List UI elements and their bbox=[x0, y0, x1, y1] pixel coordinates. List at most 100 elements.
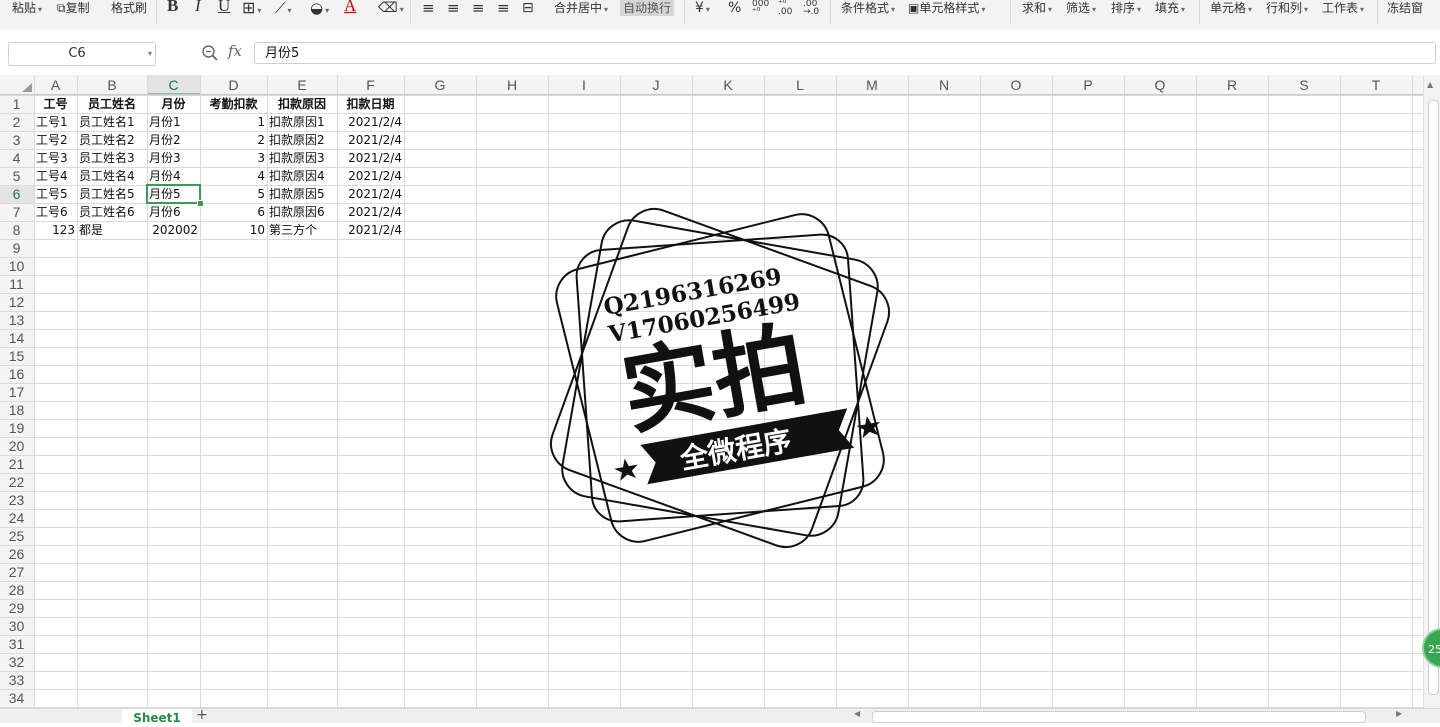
freeze-panes-button[interactable]: 冻结窗 bbox=[1387, 0, 1423, 16]
row-header-23[interactable]: 23 bbox=[0, 491, 33, 509]
row-header-8[interactable]: 8 bbox=[0, 221, 33, 239]
row-header-31[interactable]: 31 bbox=[0, 635, 33, 653]
decrease-decimal-icon[interactable]: .00 →.0 bbox=[803, 0, 819, 17]
copy-button[interactable]: ⧉复制 bbox=[57, 0, 90, 16]
vertical-scrollbar[interactable]: ▲ bbox=[1423, 75, 1440, 708]
cell-c5[interactable]: 月份4 bbox=[147, 167, 200, 185]
row-header-10[interactable]: 10 bbox=[0, 257, 33, 275]
filter-button[interactable]: 筛选 ▾ bbox=[1066, 0, 1096, 16]
column-header-n[interactable]: N bbox=[908, 75, 980, 95]
merge-center-button[interactable]: 合并居中 ▾ bbox=[554, 0, 608, 16]
cell-b2[interactable]: 员工姓名1 bbox=[77, 113, 147, 131]
scroll-right-icon[interactable]: ▶ bbox=[1396, 709, 1402, 718]
column-header-b[interactable]: B bbox=[77, 75, 147, 95]
row-header-29[interactable]: 29 bbox=[0, 599, 33, 617]
row-header-25[interactable]: 25 bbox=[0, 527, 33, 545]
row-header-2[interactable]: 2 bbox=[0, 113, 33, 131]
cell-d2[interactable]: 1 bbox=[200, 113, 267, 131]
sort-button[interactable]: 排序 ▾ bbox=[1111, 0, 1141, 16]
cell-d3[interactable]: 2 bbox=[200, 131, 267, 149]
column-header-q[interactable]: Q bbox=[1124, 75, 1196, 95]
cell-f4[interactable]: 2021/2/4 bbox=[337, 149, 404, 167]
conditional-format-button[interactable]: 条件格式 ▾ bbox=[841, 0, 895, 16]
cell-e7[interactable]: 扣款原因6 bbox=[267, 203, 337, 221]
cell-a1[interactable]: 工号 bbox=[34, 95, 77, 113]
cell-a7[interactable]: 工号6 bbox=[34, 203, 77, 221]
cell-f7[interactable]: 2021/2/4 bbox=[337, 203, 404, 221]
cell-a4[interactable]: 工号3 bbox=[34, 149, 77, 167]
row-header-28[interactable]: 28 bbox=[0, 581, 33, 599]
border-icon[interactable]: ⊞ ▾ bbox=[242, 0, 261, 16]
cell-e8[interactable]: 第三方个 bbox=[267, 221, 337, 239]
cell-b6[interactable]: 员工姓名5 bbox=[77, 185, 147, 203]
cell-a8[interactable]: 123 bbox=[34, 221, 77, 239]
formula-input[interactable]: 月份5 bbox=[254, 42, 1436, 64]
row-header-14[interactable]: 14 bbox=[0, 329, 33, 347]
cell-f6[interactable]: 2021/2/4 bbox=[337, 185, 404, 203]
cell-e1[interactable]: 扣款原因 bbox=[267, 95, 337, 113]
fill-button[interactable]: 填充 ▾ bbox=[1155, 0, 1185, 16]
cell-button[interactable]: 单元格 ▾ bbox=[1210, 0, 1252, 16]
name-box[interactable]: C6 ▾ bbox=[8, 42, 156, 66]
cell-a5[interactable]: 工号4 bbox=[34, 167, 77, 185]
cell-a2[interactable]: 工号1 bbox=[34, 113, 77, 131]
font-color-icon[interactable]: A bbox=[344, 0, 356, 14]
column-header-h[interactable]: H bbox=[476, 75, 548, 95]
fill-color-icon[interactable]: ◒ ▾ bbox=[310, 0, 329, 16]
row-header-20[interactable]: 20 bbox=[0, 437, 33, 455]
row-header-26[interactable]: 26 bbox=[0, 545, 33, 563]
cell-c7[interactable]: 月份6 bbox=[147, 203, 200, 221]
cell-d4[interactable]: 3 bbox=[200, 149, 267, 167]
italic-icon[interactable]: I bbox=[195, 0, 201, 14]
worksheet-button[interactable]: 工作表 ▾ bbox=[1322, 0, 1364, 16]
vertical-scroll-thumb[interactable] bbox=[1428, 100, 1439, 695]
row-header-15[interactable]: 15 bbox=[0, 347, 33, 365]
horizontal-scroll-thumb[interactable] bbox=[872, 711, 1366, 723]
cell-c2[interactable]: 月份1 bbox=[147, 113, 200, 131]
row-header-27[interactable]: 27 bbox=[0, 563, 33, 581]
cell-e5[interactable]: 扣款原因4 bbox=[267, 167, 337, 185]
underline-icon[interactable]: U bbox=[218, 0, 230, 14]
scroll-left-icon[interactable]: ◀ bbox=[854, 709, 860, 718]
cell-b3[interactable]: 员工姓名2 bbox=[77, 131, 147, 149]
row-header-13[interactable]: 13 bbox=[0, 311, 33, 329]
sum-button[interactable]: 求和 ▾ bbox=[1022, 0, 1052, 16]
row-header-19[interactable]: 19 bbox=[0, 419, 33, 437]
row-header-3[interactable]: 3 bbox=[0, 131, 33, 149]
increase-decimal-icon[interactable]: ⁺⁰ .00 bbox=[778, 0, 792, 17]
row-header-22[interactable]: 22 bbox=[0, 473, 33, 491]
row-header-6[interactable]: 6 bbox=[0, 185, 33, 203]
cell-f5[interactable]: 2021/2/4 bbox=[337, 167, 404, 185]
cell-c4[interactable]: 月份3 bbox=[147, 149, 200, 167]
wrap-text-button[interactable]: 自动换行 bbox=[620, 0, 675, 16]
align-center-icon[interactable]: ≡ bbox=[447, 0, 460, 16]
column-header-s[interactable]: S bbox=[1268, 75, 1340, 95]
align-right-icon[interactable]: ≡ bbox=[472, 0, 485, 16]
cell-d8[interactable]: 10 bbox=[200, 221, 267, 239]
cell-b4[interactable]: 员工姓名3 bbox=[77, 149, 147, 167]
cell-e3[interactable]: 扣款原因2 bbox=[267, 131, 337, 149]
cell-e2[interactable]: 扣款原因1 bbox=[267, 113, 337, 131]
row-header-32[interactable]: 32 bbox=[0, 653, 33, 671]
column-header-r[interactable]: R bbox=[1196, 75, 1268, 95]
bold-icon[interactable]: B bbox=[167, 0, 178, 14]
cell-style-button[interactable]: ▣单元格样式 ▾ bbox=[908, 0, 985, 16]
cell-c1[interactable]: 月份 bbox=[147, 95, 200, 113]
cell-d7[interactable]: 6 bbox=[200, 203, 267, 221]
cell-a6[interactable]: 工号5 bbox=[34, 185, 77, 203]
cell-f8[interactable]: 2021/2/4 bbox=[337, 221, 404, 239]
sheet-tab[interactable]: Sheet1 bbox=[122, 709, 192, 725]
column-header-f[interactable]: F bbox=[337, 75, 404, 95]
chevron-down-icon[interactable]: ▾ bbox=[148, 43, 152, 65]
horizontal-scrollbar[interactable]: ◀ ▶ bbox=[850, 709, 1410, 723]
row-header-21[interactable]: 21 bbox=[0, 455, 33, 473]
column-header-k[interactable]: K bbox=[692, 75, 764, 95]
column-header-t[interactable]: T bbox=[1340, 75, 1412, 95]
clear-format-icon[interactable]: ⌫ ▾ bbox=[378, 0, 404, 16]
column-header-j[interactable]: J bbox=[620, 75, 692, 95]
cell-d6[interactable]: 5 bbox=[200, 185, 267, 203]
fill-handle[interactable] bbox=[197, 200, 204, 207]
row-header-30[interactable]: 30 bbox=[0, 617, 33, 635]
cell-d5[interactable]: 4 bbox=[200, 167, 267, 185]
row-header-9[interactable]: 9 bbox=[0, 239, 33, 257]
